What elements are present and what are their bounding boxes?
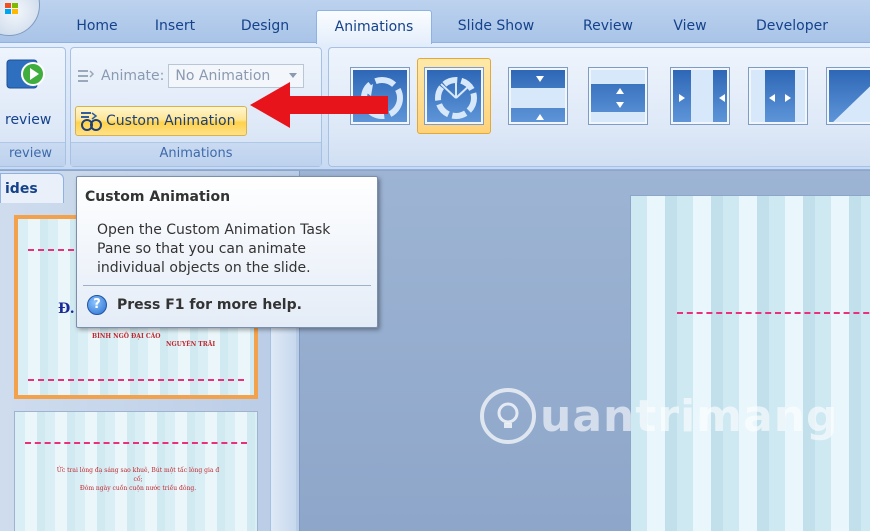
current-slide[interactable] <box>630 195 870 531</box>
slide1-line1: BÌNH NGÔ ĐẠI CÁO <box>92 333 161 340</box>
transition-gallery <box>328 47 870 167</box>
split-horizontal-out-thumb[interactable] <box>581 58 655 134</box>
animations-group-label: Animations <box>71 142 321 166</box>
slide1-line2: NGUYÊN TRÃI <box>166 341 216 348</box>
preview-group-label: review <box>0 142 65 166</box>
animate-icon <box>78 70 95 82</box>
split-vertical-in-icon <box>679 70 725 122</box>
tab-insert[interactable]: Insert <box>140 10 210 42</box>
red-pointer-arrow-icon <box>250 82 388 128</box>
wheel-transition-selected-thumb[interactable] <box>417 58 491 134</box>
tooltip-title: Custom Animation <box>85 189 231 205</box>
custom-animation-tooltip: Custom Animation Open the Custom Animati… <box>76 176 378 328</box>
custom-animation-button[interactable]: Custom Animation <box>75 106 247 136</box>
slide-background <box>631 196 870 531</box>
tooltip-body: Open the Custom Animation Task Pane so t… <box>97 222 331 276</box>
slide2-line1: Ức trai lòng đạ sáng sao khuê, Bút một t… <box>56 467 220 474</box>
slide1-title: Đ. <box>58 301 75 317</box>
slide2-text: Ức trai lòng đạ sáng sao khuê, Bút một t… <box>29 466 247 493</box>
ribbon-tab-bar: Home Insert Design Animations Slide Show… <box>0 0 870 44</box>
watermark: uantrimang <box>480 388 839 444</box>
tab-animations[interactable]: Animations <box>316 10 432 44</box>
split-vertical-out-thumb[interactable] <box>741 58 815 134</box>
wipe-diagonal-thumb[interactable] <box>819 58 870 134</box>
preview-group: review review <box>0 47 66 167</box>
slide-divider <box>25 442 247 444</box>
slide2-line3: Đôm ngày cuồn cuộn nước triều đông. <box>79 485 197 492</box>
slide-thumbnail-2[interactable]: Ức trai lòng đạ sáng sao khuê, Bút một t… <box>14 411 258 531</box>
tooltip-divider <box>83 285 371 286</box>
tab-slide-show[interactable]: Slide Show <box>444 10 548 42</box>
preview-icon[interactable] <box>5 56 45 96</box>
split-horizontal-out-icon <box>591 70 645 122</box>
slide-divider <box>28 379 244 381</box>
chevron-down-icon <box>289 73 298 78</box>
tab-developer[interactable]: Developer <box>740 10 844 42</box>
office-logo-icon <box>5 3 18 14</box>
split-vertical-in-thumb[interactable] <box>663 58 737 134</box>
slide2-line2: cố; <box>133 476 143 483</box>
custom-animation-label: Custom Animation <box>106 113 236 129</box>
wipe-diagonal-icon <box>833 86 870 122</box>
tab-slides[interactable]: ides <box>0 173 64 203</box>
wheel-spokes-icon <box>435 77 477 119</box>
tab-design[interactable]: Design <box>228 10 302 42</box>
tab-review[interactable]: Review <box>568 10 648 42</box>
slide-divider <box>677 312 870 314</box>
office-button[interactable] <box>0 0 40 36</box>
lightbulb-logo-icon <box>480 388 536 444</box>
custom-animation-icon <box>81 112 102 131</box>
preview-button[interactable]: review <box>5 112 51 128</box>
split-horizontal-in-thumb[interactable] <box>501 58 575 134</box>
ribbon: review review Animate: No Animation Cust… <box>0 42 870 170</box>
split-horizontal-in-icon <box>511 76 565 120</box>
split-vertical-out-icon <box>751 70 805 122</box>
animate-label: Animate: <box>101 68 165 84</box>
slide-editor-area <box>300 171 870 531</box>
watermark-text: uantrimang <box>540 390 839 442</box>
tooltip-help-text: Press F1 for more help. <box>117 297 302 313</box>
tab-view[interactable]: View <box>660 10 720 42</box>
help-icon: ? <box>87 295 107 315</box>
tab-home[interactable]: Home <box>62 10 132 42</box>
